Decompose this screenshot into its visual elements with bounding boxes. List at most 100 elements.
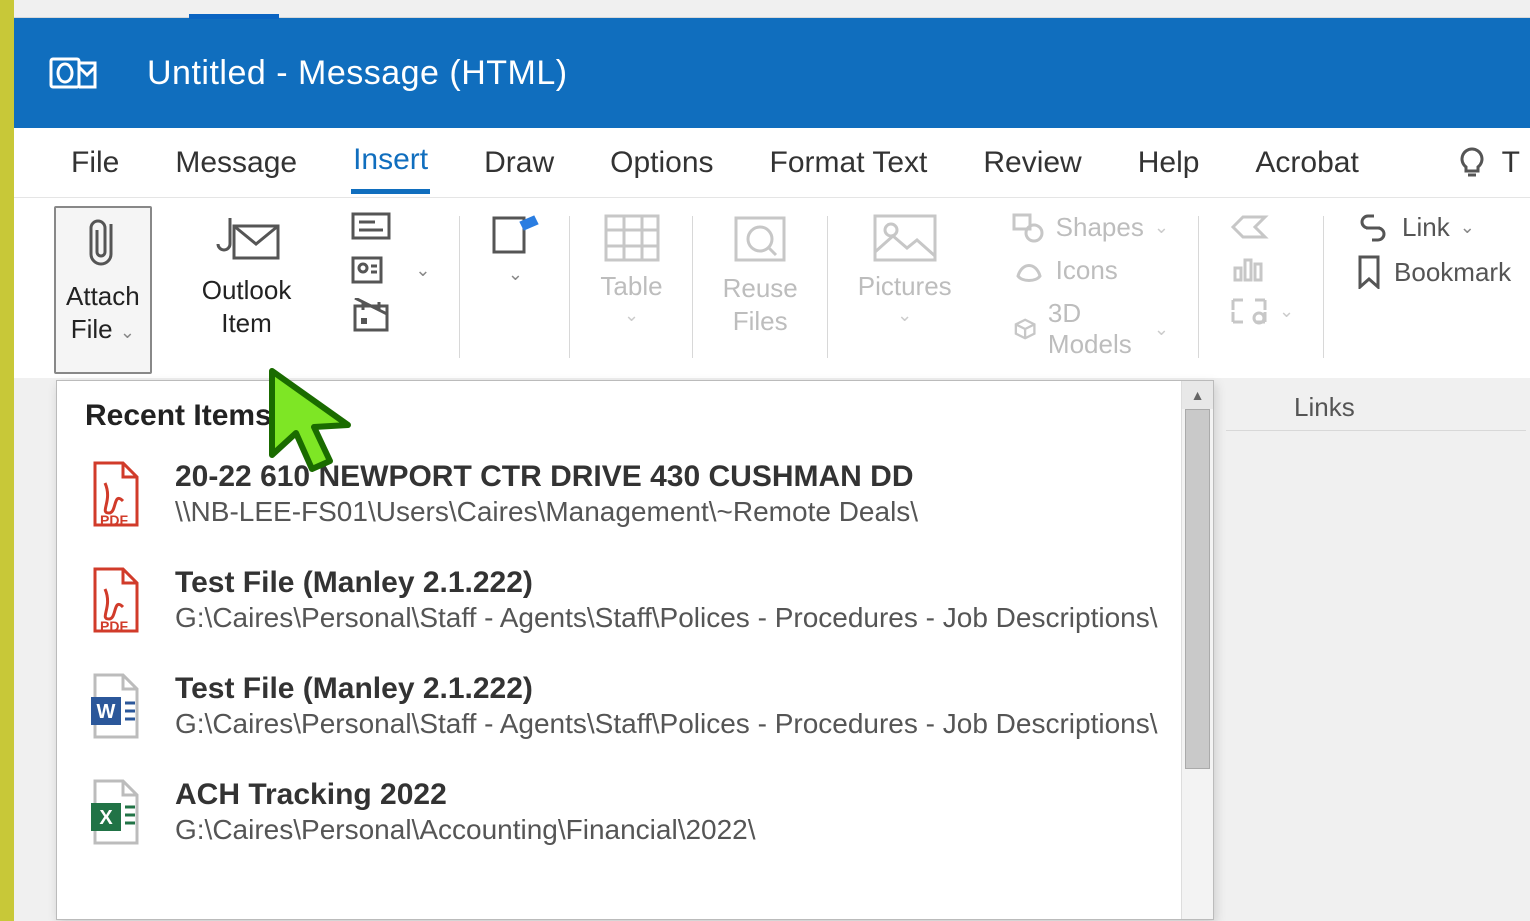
recent-item-name: Test File (Manley 2.1.222) <box>175 672 1158 706</box>
link-icon <box>1354 214 1392 242</box>
ribbon-group-shapes-column: Shapes ⌄ Icons 3D Models ⌄ <box>982 206 1199 378</box>
table-icon <box>602 212 662 264</box>
ribbon-tabs: File Message Insert Draw Options Format … <box>14 128 1530 198</box>
ribbon-group-reuse: Reuse Files <box>693 206 828 378</box>
pdf-file-icon: PDF <box>85 459 143 529</box>
recent-item[interactable]: X ACH Tracking 2022 G:\Caires\Personal\A… <box>57 759 1213 865</box>
bookmark-button[interactable]: Bookmark <box>1344 249 1521 295</box>
window-top-strip <box>14 0 1530 18</box>
svg-text:X: X <box>99 807 113 829</box>
outlook-item-button[interactable]: Outlook Item <box>192 206 302 345</box>
excel-file-icon: X <box>85 777 143 847</box>
link-button[interactable]: Link ⌄ <box>1344 206 1485 249</box>
ribbon-group-illustrations: Pictures ⌄ <box>828 206 982 378</box>
reuse-files-button[interactable]: Reuse Files <box>713 206 808 343</box>
word-file-icon: W <box>85 671 143 741</box>
business-card-button[interactable] <box>351 210 430 242</box>
chevron-down-icon: ⌄ <box>120 322 135 342</box>
tab-acrobat[interactable]: Acrobat <box>1253 134 1360 192</box>
recent-item-path: G:\Caires\Personal\Accounting\Financial\… <box>175 814 756 846</box>
tab-message[interactable]: Message <box>173 134 299 192</box>
recent-item-path: \\NB-LEE-FS01\Users\Caires\Management\~R… <box>175 496 918 528</box>
screenshot-icon <box>1229 296 1269 326</box>
recent-item-name: 20-22 610 NEWPORT CTR DRIVE 430 CUSHMAN … <box>175 460 918 494</box>
chevron-down-icon: ⌄ <box>1154 319 1169 340</box>
svg-text:PDF: PDF <box>100 618 128 634</box>
reuse-files-label: Reuse Files <box>723 272 798 337</box>
recent-item[interactable]: PDF Test File (Manley 2.1.222) G:\Caires… <box>57 547 1213 653</box>
paperclip-icon <box>81 214 125 274</box>
icons-icon <box>1012 256 1046 286</box>
chart-button[interactable] <box>1219 248 1279 290</box>
attach-file-button[interactable]: Attach File ⌄ <box>54 206 152 374</box>
ribbon-group-links: Link ⌄ Bookmark <box>1324 206 1530 378</box>
ribbon-separator <box>1226 430 1526 431</box>
tab-help[interactable]: Help <box>1136 134 1202 192</box>
tab-draw[interactable]: Draw <box>482 134 556 192</box>
chevron-down-icon: ⌄ <box>1279 301 1294 322</box>
chevron-down-icon: ⌄ <box>1460 217 1475 238</box>
tell-me-search[interactable]: T <box>1454 145 1520 181</box>
chevron-down-icon: ⌄ <box>897 305 912 326</box>
ribbon-group-label-links: Links <box>1294 392 1355 423</box>
ribbon-insert: Attach File ⌄ Outlook Item <box>14 198 1530 378</box>
tab-file[interactable]: File <box>69 134 121 192</box>
3d-models-button[interactable]: 3D Models ⌄ <box>1002 292 1179 366</box>
attach-file-dropdown: Recent Items PDF 20-22 610 NEWPORT CTR D… <box>56 380 1214 920</box>
table-label: Table <box>600 270 662 303</box>
pictures-label: Pictures <box>858 270 952 303</box>
dropdown-scrollbar[interactable]: ▲ <box>1181 381 1213 919</box>
shapes-label: Shapes <box>1056 212 1144 243</box>
contact-card-button[interactable]: ⌄ <box>351 254 430 286</box>
svg-text:PDF: PDF <box>100 512 128 528</box>
chevron-down-icon: ⌄ <box>1154 217 1169 238</box>
contact-icon <box>351 254 391 286</box>
tell-me-text: T <box>1502 146 1520 180</box>
chart-icon <box>1229 254 1269 284</box>
bookmark-label: Bookmark <box>1394 257 1511 288</box>
calendar-button[interactable] <box>351 298 430 334</box>
link-label: Link <box>1402 212 1450 243</box>
ribbon-group-include-extras: ⌄ <box>321 206 460 378</box>
recent-item[interactable]: PDF 20-22 610 NEWPORT CTR DRIVE 430 CUSH… <box>57 441 1213 547</box>
cube-icon <box>1012 314 1038 344</box>
picture-icon <box>871 212 939 264</box>
pdf-file-icon: PDF <box>85 565 143 635</box>
recent-item-name: ACH Tracking 2022 <box>175 778 756 812</box>
window-title: Untitled - Message (HTML) <box>147 54 568 93</box>
screenshot-button[interactable]: ⌄ <box>1219 290 1304 332</box>
ribbon-group-include: Attach File ⌄ <box>54 206 172 378</box>
svg-text:W: W <box>97 701 116 723</box>
ribbon-group-signature: ⌄ <box>460 206 570 378</box>
scroll-up-button[interactable]: ▲ <box>1182 381 1213 409</box>
3d-models-label: 3D Models <box>1048 298 1144 360</box>
tab-format-text[interactable]: Format Text <box>768 134 930 192</box>
recent-items-header: Recent Items <box>57 381 1213 441</box>
tab-options[interactable]: Options <box>608 134 715 192</box>
lightbulb-icon <box>1454 145 1490 181</box>
recent-item-name: Test File (Manley 2.1.222) <box>175 566 1158 600</box>
signature-icon <box>490 212 540 256</box>
recent-item-path: G:\Caires\Personal\Staff - Agents\Staff\… <box>175 602 1158 634</box>
title-bar: Untitled - Message (HTML) <box>14 18 1530 128</box>
shapes-button[interactable]: Shapes ⌄ <box>1002 206 1179 249</box>
table-button[interactable]: Table ⌄ <box>590 206 672 332</box>
scroll-thumb[interactable] <box>1185 409 1210 769</box>
recent-item-path: G:\Caires\Personal\Staff - Agents\Staff\… <box>175 708 1158 740</box>
ribbon-group-outlook-item: Outlook Item <box>172 206 322 378</box>
business-card-icon <box>351 210 391 242</box>
reuse-files-icon <box>730 212 790 266</box>
recent-item[interactable]: W Test File (Manley 2.1.222) G:\Caires\P… <box>57 653 1213 759</box>
envelope-paperclip-icon <box>212 212 282 268</box>
pictures-button[interactable]: Pictures ⌄ <box>848 206 962 332</box>
tab-review[interactable]: Review <box>981 134 1083 192</box>
icons-button[interactable]: Icons <box>1002 249 1128 292</box>
ribbon-group-tables: Table ⌄ <box>570 206 692 378</box>
chevron-down-icon: ⌄ <box>508 264 523 285</box>
signature-button[interactable]: ⌄ <box>480 206 550 291</box>
tab-insert[interactable]: Insert <box>351 131 430 194</box>
smartart-button[interactable] <box>1219 206 1279 248</box>
ribbon-group-illustrations-extra: ⌄ <box>1199 206 1324 378</box>
shapes-icon <box>1012 213 1046 243</box>
chevron-down-icon: ⌄ <box>415 260 430 281</box>
